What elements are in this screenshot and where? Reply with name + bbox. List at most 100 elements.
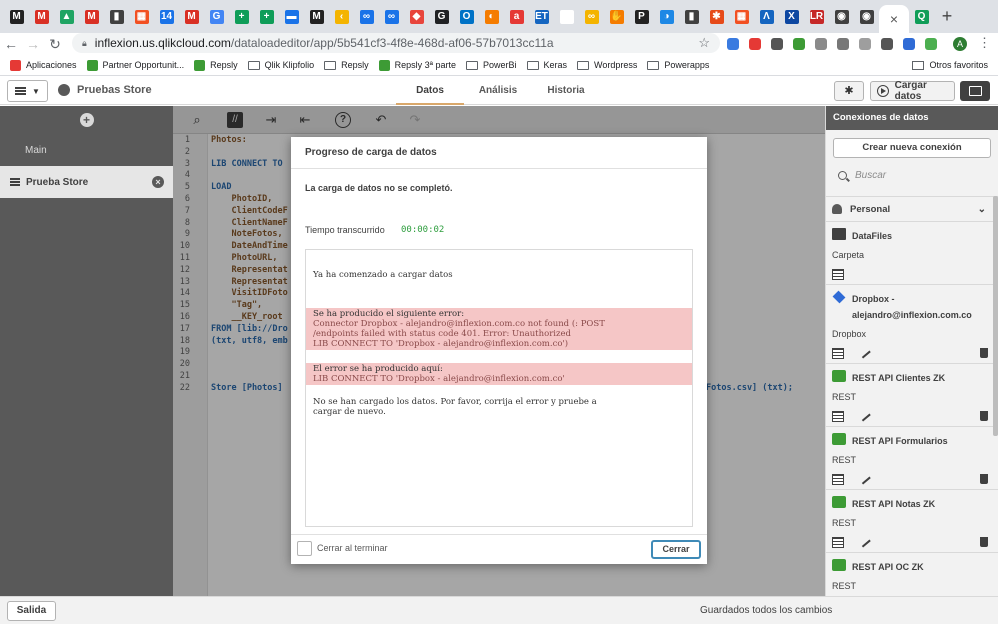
drive-tab[interactable]: ▲ [54, 0, 79, 33]
extension-icon[interactable] [832, 35, 854, 53]
load-data-button[interactable]: Cargar datos [870, 80, 955, 102]
edit-icon[interactable] [859, 473, 871, 485]
select-data-icon[interactable] [832, 473, 844, 485]
connection-item[interactable]: REST API OC ZK REST [826, 553, 998, 596]
add-section-button[interactable]: + [0, 106, 173, 134]
connection-item[interactable]: DataFiles Carpeta [826, 222, 998, 285]
panel-scrollbar[interactable] [993, 196, 998, 436]
connection-item[interactable]: REST API Formularios REST [826, 427, 998, 490]
sheets-tab-2[interactable]: + [254, 0, 279, 33]
yellow-tab[interactable]: ‹ [329, 0, 354, 33]
link-tab[interactable]: ▬ [279, 0, 304, 33]
space-selector[interactable]: Personal ⌄ [826, 196, 998, 222]
active-tab[interactable]: × [879, 5, 909, 33]
bookmark-item[interactable]: Repsly [194, 59, 238, 71]
delete-icon[interactable] [980, 474, 988, 484]
chain-tab-3[interactable]: ∞ [579, 0, 604, 33]
toggle-panel-button[interactable] [960, 81, 990, 101]
bookmark-star-icon[interactable]: ☆ [698, 35, 710, 51]
lr-tab[interactable]: LR [804, 0, 829, 33]
extension-icon[interactable] [788, 35, 810, 53]
google-tab[interactable]: G [204, 0, 229, 33]
orange-tab[interactable]: ◐ [479, 0, 504, 33]
tab-0[interactable]: Datos [396, 77, 464, 105]
delete-icon[interactable] [980, 348, 988, 358]
a-tab[interactable]: Λ [754, 0, 779, 33]
section-prueba-store[interactable]: Prueba Store × [0, 166, 173, 198]
select-data-icon[interactable] [832, 268, 844, 280]
analytics-tab[interactable]: ▮ [104, 0, 129, 33]
bookmark-item[interactable]: Repsly [324, 60, 369, 71]
close-button[interactable]: Cerrar [651, 540, 701, 559]
delete-section-icon[interactable]: × [152, 176, 164, 188]
extension-icon[interactable] [854, 35, 876, 53]
calendar-tab[interactable]: 14 [154, 0, 179, 33]
extension-icon[interactable] [810, 35, 832, 53]
profile-avatar[interactable]: A [953, 37, 967, 51]
select-data-icon[interactable] [832, 347, 844, 359]
google-tab-2[interactable]: G [429, 0, 454, 33]
bookmark-item[interactable]: Wordpress [577, 60, 637, 71]
gmail-tab-1[interactable]: M [29, 0, 54, 33]
tab-1[interactable]: Análisis [464, 77, 532, 105]
chain-tab-1[interactable]: ∞ [354, 0, 379, 33]
close-on-finish-checkbox[interactable] [297, 541, 312, 556]
extension-icon[interactable] [898, 35, 920, 53]
medium-tab[interactable]: M [4, 0, 29, 33]
extension-icon[interactable] [744, 35, 766, 53]
burst-tab[interactable]: ✱ [704, 0, 729, 33]
globe-tab-1[interactable]: ◉ [829, 0, 854, 33]
edit-icon[interactable] [859, 536, 871, 548]
bookmark-item[interactable]: Repsly 3ª parte [378, 59, 456, 71]
sheets-tab-1[interactable]: + [229, 0, 254, 33]
edge-tab[interactable]: ◑ [654, 0, 679, 33]
bookmark-item[interactable]: Aplicaciones [10, 59, 77, 71]
p-tab[interactable]: P [629, 0, 654, 33]
delete-icon[interactable] [980, 537, 988, 547]
reload-icon[interactable]: ↻ [44, 36, 66, 53]
search-tab[interactable]: Q [909, 0, 934, 33]
gmail-tab-2[interactable]: M [79, 0, 104, 33]
drag-handle-icon[interactable] [10, 178, 20, 186]
bookmark-item[interactable]: Powerapps [647, 60, 709, 71]
diamond-tab[interactable]: ◆ [404, 0, 429, 33]
x-tab[interactable]: X [779, 0, 804, 33]
extension-icon[interactable] [722, 35, 744, 53]
edit-icon[interactable] [859, 347, 871, 359]
other-bookmarks[interactable]: Otros favoritos [912, 60, 988, 70]
extension-icon[interactable] [920, 35, 942, 53]
back-arrow-icon[interactable]: ← [0, 36, 22, 52]
outlook-tab[interactable]: O [454, 0, 479, 33]
bookmark-item[interactable]: Partner Opportunit... [86, 59, 184, 71]
debug-button[interactable]: ✱ [834, 81, 864, 101]
hand-tab[interactable]: ✋ [604, 0, 629, 33]
bookmark-item[interactable]: Keras [526, 60, 567, 71]
edit-icon[interactable] [859, 410, 871, 422]
chain-tab-2[interactable]: ∞ [379, 0, 404, 33]
new-tab-button[interactable]: + [934, 6, 960, 27]
create-connection-button[interactable]: Crear nueva conexión [833, 138, 991, 158]
blank-tab[interactable] [554, 0, 579, 33]
connection-item[interactable]: Dropbox - alejandro@inflexion.com.co Drop… [826, 285, 998, 364]
extension-icon[interactable] [766, 35, 788, 53]
globe-tab-2[interactable]: ◉ [854, 0, 879, 33]
medium-tab-2[interactable]: M [304, 0, 329, 33]
close-tab-icon[interactable]: × [890, 11, 898, 27]
acrobat-tab[interactable]: a [504, 0, 529, 33]
connection-item[interactable]: REST API Clientes ZK REST [826, 364, 998, 427]
select-data-icon[interactable] [832, 410, 844, 422]
tab-2[interactable]: Historia [532, 77, 600, 105]
bookmark-item[interactable]: PowerBi [466, 60, 517, 71]
et-tab[interactable]: ET [529, 0, 554, 33]
extension-icon[interactable] [876, 35, 898, 53]
global-menu-button[interactable]: ▼ [7, 80, 48, 102]
delete-icon[interactable] [980, 411, 988, 421]
exit-button[interactable]: Salida [7, 601, 56, 621]
windows-tab[interactable]: ▦ [729, 0, 754, 33]
forward-arrow-icon[interactable]: → [22, 36, 44, 52]
select-data-icon[interactable] [832, 536, 844, 548]
gmail-tab-3[interactable]: M [179, 0, 204, 33]
url-field[interactable]: 🔒︎ inflexion.us.qlikcloud.com/dataloaded… [72, 33, 720, 53]
chart-tab[interactable]: ▮ [679, 0, 704, 33]
browser-menu-icon[interactable]: ⋮ [978, 35, 991, 51]
